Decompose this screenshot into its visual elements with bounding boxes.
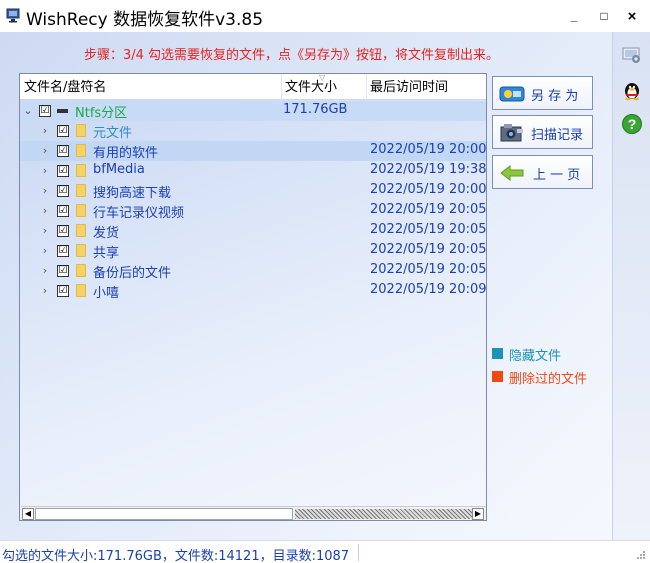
title-bar: WishRecy 数据恢复软件v3.85 _ □ × <box>0 0 650 32</box>
tree-row[interactable]: › ☑ 元文件 <box>20 121 486 141</box>
tree-item-label: 共享 <box>93 246 120 261</box>
folder-icon <box>76 144 86 157</box>
step-instruction: 步骤：3/4 勾选需要恢复的文件，点《另存为》按钮，将文件复制出来。 <box>84 48 500 63</box>
folder-icon <box>76 224 86 237</box>
chevron-right-icon[interactable]: › <box>40 263 50 279</box>
tree-item-date: 2022/05/19 20:05: <box>370 222 487 237</box>
tree-row[interactable]: › ☑ 行车记录仪视频 2022/05/19 20:05: <box>20 201 486 221</box>
checkbox[interactable]: ☑ <box>57 245 69 257</box>
checkbox[interactable]: ☑ <box>57 225 69 237</box>
column-header: 文件名/盘符名 文件大小 ▽ 最后访问时间 <box>20 74 486 100</box>
folder-icon <box>76 244 86 257</box>
checkbox[interactable]: ☑ <box>57 205 69 217</box>
status-divider <box>358 544 359 561</box>
tree-item-size: 171.76GB <box>283 102 348 117</box>
checkbox[interactable]: ☑ <box>57 185 69 197</box>
column-name-header[interactable]: 文件名/盘符名 <box>20 74 282 100</box>
column-date-header[interactable]: 最后访问时间 <box>366 74 486 100</box>
tree-item-label: 备份后的文件 <box>93 266 172 281</box>
tree-item-date: 2022/05/19 20:00: <box>370 142 487 157</box>
tree-item-label: 元文件 <box>93 126 133 141</box>
chevron-right-icon[interactable]: › <box>40 243 50 259</box>
folder-icon <box>76 264 86 277</box>
sort-indicator-icon: ▽ <box>319 73 326 82</box>
scrollbar-thumb[interactable] <box>35 508 293 520</box>
tree-row[interactable]: › ☑ 共享 2022/05/19 20:05: <box>20 241 486 261</box>
close-button[interactable]: × <box>617 0 647 32</box>
window-title: WishRecy 数据恢复软件v3.85 <box>26 10 264 30</box>
right-tool-strip: ? <box>612 32 650 540</box>
svg-text:?: ? <box>628 116 637 132</box>
tree-rows: ⌄ ☑ Ntfs分区 171.76GB › ☑ 元文件 › ☑ 有用的软件 20… <box>20 101 486 301</box>
maximize-button[interactable]: □ <box>589 0 619 32</box>
chevron-right-icon[interactable]: › <box>40 283 50 299</box>
tree-item-label: 搜狗高速下载 <box>93 186 172 201</box>
scan-record-button[interactable]: 扫描记录 <box>492 115 593 149</box>
checkbox[interactable]: ☑ <box>57 165 69 177</box>
qq-penguin-icon[interactable] <box>621 79 643 101</box>
tree-row[interactable]: › ☑ 搜狗高速下载 2022/05/19 20:00: <box>20 181 486 201</box>
chevron-right-icon[interactable]: › <box>40 143 50 159</box>
resize-grip-icon[interactable] <box>636 550 646 560</box>
chevron-right-icon[interactable]: › <box>40 163 50 179</box>
folder-icon <box>76 164 86 177</box>
chevron-right-icon[interactable]: › <box>40 123 50 139</box>
tree-row[interactable]: › ☑ 发货 2022/05/19 20:05: <box>20 221 486 241</box>
legend-label-deleted: 删除过的文件 <box>509 372 588 387</box>
tree-item-label: Ntfs分区 <box>75 106 128 121</box>
scan-record-label: 扫描记录 <box>531 128 584 143</box>
tree-item-date: 2022/05/19 20:00: <box>370 182 487 197</box>
folder-icon <box>76 284 86 297</box>
save-as-button[interactable]: 另 存 为 <box>492 76 593 110</box>
tree-item-label: bfMedia <box>93 162 145 177</box>
tree-item-date: 2022/05/19 20:05: <box>370 242 487 257</box>
tree-item-label: 有用的软件 <box>93 146 159 161</box>
previous-page-label: 上 一 页 <box>533 168 581 183</box>
checkbox[interactable]: ☑ <box>57 125 69 137</box>
tree-row[interactable]: › ☑ 备份后的文件 2022/05/19 20:05: <box>20 261 486 281</box>
file-tree-panel[interactable]: 文件名/盘符名 文件大小 ▽ 最后访问时间 ⌄ ☑ Ntfs分区 171.76G… <box>19 73 487 521</box>
legend-swatch-hidden <box>492 348 503 359</box>
scroll-right-button[interactable]: ▶ <box>472 508 484 520</box>
previous-page-button[interactable]: 上 一 页 <box>492 155 593 189</box>
tree-item-date: 2022/05/19 19:38: <box>370 162 487 177</box>
chevron-right-icon[interactable]: › <box>40 223 50 239</box>
chevron-right-icon[interactable]: › <box>40 183 50 199</box>
minimize-button[interactable]: _ <box>559 0 589 32</box>
scan-camera-icon <box>500 124 523 142</box>
scroll-left-button[interactable]: ◀ <box>22 508 34 520</box>
legend-label-hidden: 隐藏文件 <box>509 349 562 364</box>
tree-row[interactable]: › ☑ 小嘻 2022/05/19 20:09: <box>20 281 486 301</box>
status-text: 勾选的文件大小:171.76GB，文件数:14121，目录数:1087 <box>2 549 350 563</box>
horizontal-scrollbar[interactable]: ◀ ▶ <box>21 506 486 520</box>
tree-item-date: 2022/05/19 20:09: <box>370 282 487 297</box>
save-as-label: 另 存 为 <box>531 89 579 104</box>
tree-row[interactable]: › ☑ bfMedia 2022/05/19 19:38: <box>20 161 486 181</box>
tree-item-date: 2022/05/19 20:05: <box>370 262 487 277</box>
checkbox[interactable]: ☑ <box>57 145 69 157</box>
chevron-down-icon[interactable]: ⌄ <box>23 103 33 119</box>
tree-item-date: 2022/05/19 20:05: <box>370 202 487 217</box>
arrow-left-icon <box>500 164 524 182</box>
save-disk-icon <box>499 86 525 102</box>
checkbox[interactable]: ☑ <box>39 105 51 117</box>
partition-icon <box>57 109 68 113</box>
folder-icon <box>76 184 86 197</box>
checkbox[interactable]: ☑ <box>57 265 69 277</box>
help-icon[interactable]: ? <box>621 113 643 135</box>
app-monitor-icon <box>6 8 20 23</box>
tree-row-root[interactable]: ⌄ ☑ Ntfs分区 171.76GB <box>20 101 486 121</box>
folder-icon <box>76 204 86 217</box>
status-bar: 勾选的文件大小:171.76GB，文件数:14121，目录数:1087 <box>0 540 650 563</box>
tree-item-label: 发货 <box>93 226 120 241</box>
tree-item-label: 行车记录仪视频 <box>93 206 185 221</box>
legend-swatch-deleted <box>492 371 503 382</box>
tree-row[interactable]: › ☑ 有用的软件 2022/05/19 20:00: <box>20 141 486 161</box>
tree-item-label: 小嘻 <box>93 286 120 301</box>
checkbox[interactable]: ☑ <box>57 285 69 297</box>
folder-icon <box>76 124 86 137</box>
settings-computer-icon[interactable] <box>621 44 643 66</box>
chevron-right-icon[interactable]: › <box>40 203 50 219</box>
scrollbar-track[interactable] <box>295 509 473 519</box>
